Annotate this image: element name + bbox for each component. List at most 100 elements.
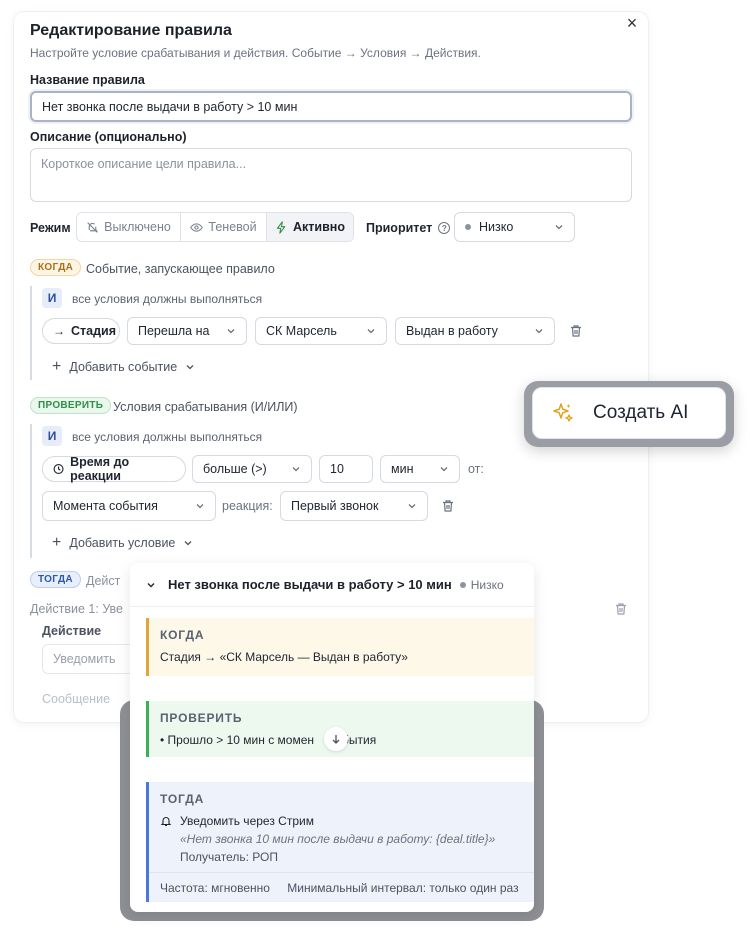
when-badge: КОГДА	[30, 259, 82, 276]
preview-check-heading: ПРОВЕРИТЬ	[160, 711, 243, 725]
chevron-down-icon	[196, 504, 204, 509]
scroll-down-button[interactable]	[324, 727, 348, 751]
message-label: Сообщение	[42, 692, 111, 706]
when-pipeline-value: СК Марсель	[266, 324, 337, 338]
rule-preview-card: Нет звонка после выдачи в работу > 10 ми…	[130, 563, 534, 912]
preview-footer: Частота: мгновенно Минимальный интервал:…	[149, 872, 534, 895]
mode-option-shadow[interactable]: Теневой	[181, 213, 267, 241]
eye-icon	[190, 222, 204, 232]
add-condition-button[interactable]: + Добавить условие	[52, 534, 193, 552]
when-operator-value: Перешла на	[138, 324, 210, 338]
reaction-label: реакция:	[222, 499, 273, 513]
check-field-label: Время до реакции	[70, 455, 130, 483]
preview-then-block: ТОГДА Уведомить через Стрим «Нет звонка …	[146, 782, 534, 902]
priority-label: Приоритет ?	[366, 221, 451, 235]
preview-check-line-start: • Прошло > 10 мин с момен	[160, 733, 315, 747]
priority-select[interactable]: Низко	[454, 212, 575, 242]
when-and-chip[interactable]: И	[42, 288, 62, 308]
priority-dot	[459, 581, 466, 588]
add-condition-label: Добавить условие	[69, 536, 176, 550]
preview-title: Нет звонка после выдачи в работу > 10 ми…	[168, 577, 452, 592]
priority-dot	[465, 224, 471, 230]
priority-label-text: Приоритет	[366, 221, 433, 235]
rule-name-label: Название правила	[30, 73, 145, 87]
then-description: Дейст	[86, 574, 121, 588]
check-operator-value: больше (>)	[203, 462, 267, 476]
when-field-pill[interactable]: → Стадия	[42, 318, 120, 344]
chevron-down-icon	[227, 329, 235, 334]
check-amount-input[interactable]	[319, 455, 373, 483]
sparkle-icon	[553, 403, 573, 422]
from-label: от:	[468, 462, 484, 476]
check-badge: ПРОВЕРИТЬ	[30, 397, 112, 414]
check-and-text: все условия должны выполняться	[72, 430, 263, 444]
preview-then-recipient: Получатель: РОП	[180, 850, 278, 864]
modal-title: Редактирование правила	[30, 22, 232, 39]
preview-then-heading: ТОГДА	[160, 792, 205, 806]
description-label: Описание (опционально)	[30, 130, 187, 144]
modal-subtitle: Настройте условие срабатывания и действи…	[30, 46, 481, 60]
chevron-down-icon	[184, 541, 192, 546]
preview-priority-label: Низко	[470, 577, 504, 592]
chevron-down-icon	[367, 329, 375, 334]
description-input[interactable]	[30, 148, 632, 202]
then-badge: ТОГДА	[30, 571, 81, 588]
chevron-down-icon[interactable]	[146, 580, 156, 590]
when-stage-select[interactable]: Выдан в работу	[395, 317, 555, 345]
ai-button-frame: Создать AI	[524, 381, 734, 447]
mode-option-active[interactable]: Активно	[267, 213, 353, 241]
clock-icon	[53, 464, 64, 474]
plus-icon: +	[52, 534, 62, 551]
trash-icon[interactable]	[569, 324, 583, 338]
chevron-down-icon	[440, 467, 448, 472]
trash-icon[interactable]	[441, 499, 455, 513]
preview-then-quote: «Нет звонка 10 мин после выдачи в работу…	[180, 832, 496, 846]
chevron-down-icon	[555, 225, 563, 230]
check-from-select[interactable]: Момента события	[42, 491, 216, 521]
trash-icon[interactable]	[614, 602, 628, 616]
bell-icon	[160, 817, 172, 827]
check-from-value: Момента события	[53, 499, 158, 513]
create-ai-label: Создать AI	[593, 402, 689, 423]
check-and-chip[interactable]: И	[42, 426, 62, 446]
mode-option-off[interactable]: Выключено	[77, 213, 181, 241]
when-stage-value: Выдан в работу	[406, 324, 498, 338]
preview-when-heading: КОГДА	[160, 628, 205, 642]
help-icon[interactable]: ?	[438, 222, 451, 234]
when-pipeline-select[interactable]: СК Марсель	[255, 317, 387, 345]
when-rail	[30, 286, 32, 380]
chevron-down-icon	[186, 365, 194, 370]
when-operator-select[interactable]: Перешла на	[127, 317, 247, 345]
check-rail	[30, 424, 32, 558]
preview-when-block: КОГДА Стадия → «СК Марсель — Выдан в раб…	[146, 618, 534, 676]
lightning-icon	[276, 220, 286, 234]
rule-name-input[interactable]	[30, 91, 632, 122]
mode-option-shadow-label: Теневой	[208, 220, 257, 234]
preview-then-action: Уведомить через Стрим	[160, 814, 534, 828]
add-event-label: Добавить событие	[69, 360, 178, 374]
close-icon[interactable]: ×	[624, 13, 640, 34]
check-unit-select[interactable]: мин	[380, 455, 460, 483]
when-description: Событие, запускающее правило	[86, 262, 275, 276]
preview-priority: Низко	[459, 577, 504, 592]
mode-label: Режим	[30, 221, 71, 235]
when-field-label: Стадия	[71, 324, 117, 338]
chevron-down-icon	[408, 504, 416, 509]
check-operator-select[interactable]: больше (>)	[192, 455, 312, 483]
check-reaction-select[interactable]: Первый звонок	[280, 491, 428, 521]
mode-segmented-control: Выключено Теневой Активно	[76, 212, 354, 242]
chevron-down-icon	[292, 467, 300, 472]
add-event-button[interactable]: + Добавить событие	[52, 358, 195, 376]
create-ai-button[interactable]: Создать AI	[532, 387, 726, 439]
check-unit-value: мин	[391, 462, 414, 476]
chevron-down-icon	[535, 329, 543, 334]
mode-option-active-label: Активно	[293, 220, 345, 234]
preview-frequency: Частота: мгновенно	[160, 881, 270, 895]
action-label: Действие	[42, 624, 102, 638]
arrow-right-icon: →	[53, 324, 65, 338]
check-field-pill[interactable]: Время до реакции	[42, 455, 186, 483]
preview-then-action-label: Уведомить через Стрим	[180, 814, 314, 828]
arrow-down-icon	[332, 735, 340, 744]
preview-header[interactable]: Нет звонка после выдачи в работу > 10 ми…	[130, 563, 534, 607]
mode-option-off-label: Выключено	[104, 220, 171, 234]
